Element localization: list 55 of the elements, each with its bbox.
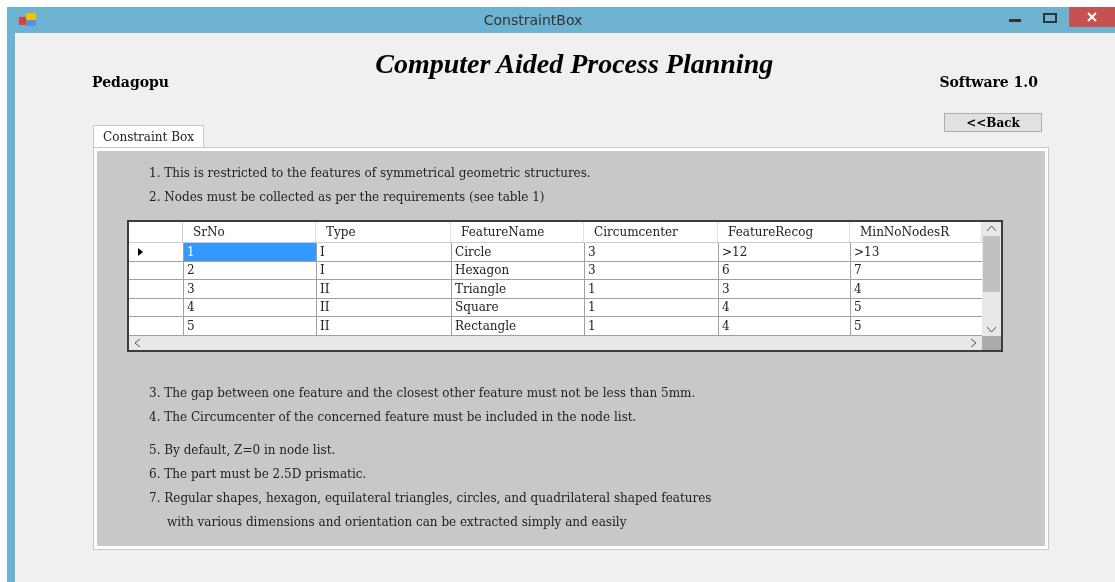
- table-cell[interactable]: Triangle: [452, 280, 585, 298]
- close-button[interactable]: [1069, 7, 1115, 27]
- table-cell[interactable]: II: [317, 280, 452, 298]
- version-label: Software 1.0: [939, 73, 1038, 92]
- constraint-note: 7. Regular shapes, hexagon, equilateral triangles, circles, and quadrilateral shaped features: [149, 490, 713, 507]
- constraint-note: 3. The gap between one feature and the closest other feature must not be less than 5mm.: [149, 385, 697, 402]
- table-cell[interactable]: 2: [184, 261, 317, 279]
- table-cell[interactable]: II: [317, 298, 452, 316]
- table-cell[interactable]: 3: [585, 243, 719, 261]
- constraint-note: 2. Nodes must be collected as per the requirements (see table 1): [149, 189, 546, 206]
- scroll-up-icon[interactable]: [987, 226, 996, 231]
- table-cell[interactable]: 3: [585, 261, 719, 279]
- table-cell[interactable]: Rectangle: [452, 317, 585, 335]
- table-cell[interactable]: I: [317, 261, 452, 279]
- table-cell[interactable]: 4: [719, 317, 851, 335]
- constraint-note: 6. The part must be 2.5D prismatic.: [149, 466, 368, 483]
- table-cell[interactable]: 1: [585, 298, 719, 316]
- table-cell[interactable]: 3: [719, 280, 851, 298]
- table-cell[interactable]: II: [317, 317, 452, 335]
- table-cell[interactable]: >12: [719, 243, 851, 261]
- table-cell[interactable]: Square: [452, 298, 585, 316]
- table-cell[interactable]: 4: [184, 298, 317, 316]
- close-icon[interactable]: [1087, 12, 1097, 22]
- constraint-note: 1. This is restricted to the features of symmetrical geometric structures.: [149, 165, 592, 182]
- table-cell[interactable]: 1: [585, 317, 719, 335]
- scrollbar-thumb[interactable]: [983, 236, 1000, 292]
- author-label: Pedagopu: [92, 73, 169, 92]
- window-title: ConstraintBox: [482, 10, 584, 30]
- scroll-down-icon[interactable]: [987, 327, 996, 332]
- table-cell[interactable]: Hexagon: [452, 261, 585, 279]
- vertical-scrollbar[interactable]: [982, 222, 1001, 336]
- table-cell[interactable]: 6: [719, 261, 851, 279]
- column-header[interactable]: SrNo: [183, 222, 316, 242]
- app-title: Computer Aided Process Planning: [375, 47, 774, 81]
- table-cell[interactable]: 3: [184, 280, 317, 298]
- back-button[interactable]: <<Back: [944, 113, 1042, 132]
- table-cell[interactable]: 1: [585, 280, 719, 298]
- column-header[interactable]: Type: [316, 222, 451, 242]
- constraint-note: 4. The Circumcenter of the concerned feature must be included in the node list.: [149, 409, 638, 426]
- constraint-note: 5. By default, Z=0 in node list.: [149, 442, 337, 459]
- table-cell[interactable]: 4: [719, 298, 851, 316]
- horizontal-scrollbar[interactable]: [129, 336, 982, 350]
- table-cell[interactable]: Circle: [452, 243, 585, 261]
- scroll-left-icon[interactable]: [135, 339, 140, 347]
- current-row-icon: [138, 247, 143, 256]
- table-cell[interactable]: 5: [184, 317, 317, 335]
- table-cell[interactable]: I: [317, 243, 452, 261]
- column-header[interactable]: FeatureRecog: [718, 222, 850, 242]
- column-header[interactable]: FeatureName: [451, 222, 584, 242]
- constraint-note: with various dimensions and orientation can be extracted simply and easily: [166, 514, 628, 531]
- tab[interactable]: Constraint Box: [93, 125, 205, 147]
- app-icon: [19, 13, 37, 27]
- scroll-right-icon[interactable]: [971, 339, 976, 347]
- column-header[interactable]: Circumcenter: [584, 222, 718, 242]
- maximize-icon[interactable]: [1043, 13, 1057, 23]
